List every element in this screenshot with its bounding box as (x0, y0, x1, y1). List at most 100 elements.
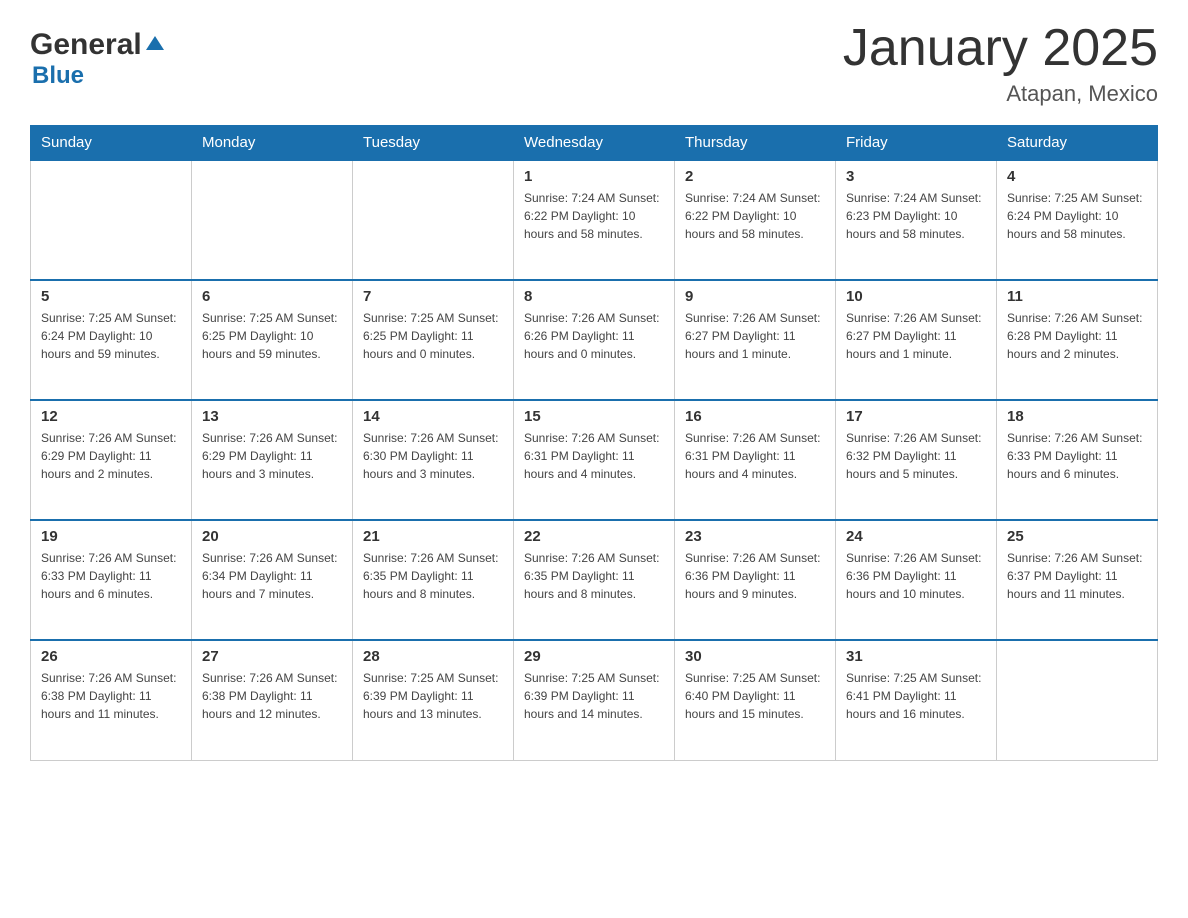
day-info: Sunrise: 7:26 AM Sunset: 6:35 PM Dayligh… (363, 549, 503, 603)
day-number: 4 (1007, 168, 1147, 185)
calendar-title: January 2025 (843, 20, 1158, 77)
day-number: 23 (685, 528, 825, 545)
logo-triangle-icon (144, 32, 166, 54)
day-info: Sunrise: 7:26 AM Sunset: 6:30 PM Dayligh… (363, 429, 503, 483)
calendar-day-cell: 23 Sunrise: 7:26 AM Sunset: 6:36 PM Dayli… (675, 520, 836, 640)
calendar-day-cell: 4Sunrise: 7:25 AM Sunset: 6:24 PM Daylig… (997, 160, 1158, 280)
day-number: 8 (524, 288, 664, 305)
day-info: Sunrise: 7:26 AM Sunset: 6:27 PM Dayligh… (685, 309, 825, 363)
calendar-day-cell (353, 160, 514, 280)
calendar-day-cell: 9 Sunrise: 7:26 AM Sunset: 6:27 PM Daylig… (675, 280, 836, 400)
calendar-day-cell: 1 Sunrise: 7:24 AM Sunset: 6:22 PM Daylig… (514, 160, 675, 280)
calendar-week-row: 26 Sunrise: 7:26 AM Sunset: 6:38 PM Dayli… (31, 640, 1158, 760)
day-number: 21 (363, 528, 503, 545)
day-number: 19 (41, 528, 181, 545)
day-number: 9 (685, 288, 825, 305)
calendar-day-cell: 22 Sunrise: 7:26 AM Sunset: 6:35 PM Dayli… (514, 520, 675, 640)
calendar-day-cell: 31 Sunrise: 7:25 AM Sunset: 6:41 PM Dayli… (836, 640, 997, 760)
title-block: January 2025 Atapan, Mexico (843, 20, 1158, 107)
calendar-week-row: 1 Sunrise: 7:24 AM Sunset: 6:22 PM Daylig… (31, 160, 1158, 280)
day-number: 26 (41, 648, 181, 665)
day-number: 27 (202, 648, 342, 665)
calendar-day-cell: 16 Sunrise: 7:26 AM Sunset: 6:31 PM Dayli… (675, 400, 836, 520)
day-info: Sunrise: 7:26 AM Sunset: 6:27 PM Dayligh… (846, 309, 986, 363)
day-number: 25 (1007, 528, 1147, 545)
calendar-day-cell: 30 Sunrise: 7:25 AM Sunset: 6:40 PM Dayli… (675, 640, 836, 760)
day-info: Sunrise: 7:25 AM Sunset: 6:41 PM Dayligh… (846, 669, 986, 723)
day-info: Sunrise: 7:26 AM Sunset: 6:29 PM Dayligh… (202, 429, 342, 483)
calendar-day-cell: 2Sunrise: 7:24 AM Sunset: 6:22 PM Daylig… (675, 160, 836, 280)
calendar-day-cell: 5 Sunrise: 7:25 AM Sunset: 6:24 PM Daylig… (31, 280, 192, 400)
calendar-day-cell: 17Sunrise: 7:26 AM Sunset: 6:32 PM Dayli… (836, 400, 997, 520)
calendar-day-cell: 19 Sunrise: 7:26 AM Sunset: 6:33 PM Dayli… (31, 520, 192, 640)
day-info: Sunrise: 7:26 AM Sunset: 6:36 PM Dayligh… (846, 549, 986, 603)
day-number: 1 (524, 168, 664, 185)
calendar-day-cell: 28 Sunrise: 7:25 AM Sunset: 6:39 PM Dayli… (353, 640, 514, 760)
calendar-day-cell: 26Sunrise: 7:26 AM Sunset: 6:38 PM Dayli… (31, 640, 192, 760)
calendar-day-cell: 8 Sunrise: 7:26 AM Sunset: 6:26 PM Daylig… (514, 280, 675, 400)
calendar-day-cell: 24 Sunrise: 7:26 AM Sunset: 6:36 PM Dayli… (836, 520, 997, 640)
day-number: 30 (685, 648, 825, 665)
calendar-day-cell: 18Sunrise: 7:26 AM Sunset: 6:33 PM Dayli… (997, 400, 1158, 520)
calendar-day-cell (997, 640, 1158, 760)
day-number: 24 (846, 528, 986, 545)
day-number: 16 (685, 408, 825, 425)
calendar-day-cell: 11 Sunrise: 7:26 AM Sunset: 6:28 PM Dayli… (997, 280, 1158, 400)
weekday-header-sunday: Sunday (31, 126, 192, 161)
calendar-day-cell: 29Sunrise: 7:25 AM Sunset: 6:39 PM Dayli… (514, 640, 675, 760)
day-info: Sunrise: 7:26 AM Sunset: 6:38 PM Dayligh… (202, 669, 342, 723)
calendar-day-cell: 15Sunrise: 7:26 AM Sunset: 6:31 PM Dayli… (514, 400, 675, 520)
day-info: Sunrise: 7:26 AM Sunset: 6:35 PM Dayligh… (524, 549, 664, 603)
page-header: General Blue January 2025 Atapan, Mexico (30, 20, 1158, 107)
calendar-day-cell: 7 Sunrise: 7:25 AM Sunset: 6:25 PM Daylig… (353, 280, 514, 400)
calendar-week-row: 5 Sunrise: 7:25 AM Sunset: 6:24 PM Daylig… (31, 280, 1158, 400)
day-info: Sunrise: 7:25 AM Sunset: 6:24 PM Dayligh… (41, 309, 181, 363)
calendar-day-cell: 20Sunrise: 7:26 AM Sunset: 6:34 PM Dayli… (192, 520, 353, 640)
day-info: Sunrise: 7:25 AM Sunset: 6:25 PM Dayligh… (363, 309, 503, 363)
day-number: 14 (363, 408, 503, 425)
logo-blue: Blue (32, 62, 84, 89)
weekday-header-monday: Monday (192, 126, 353, 161)
day-number: 5 (41, 288, 181, 305)
calendar-day-cell (192, 160, 353, 280)
calendar-day-cell: 21 Sunrise: 7:26 AM Sunset: 6:35 PM Dayli… (353, 520, 514, 640)
day-number: 29 (524, 648, 664, 665)
day-number: 22 (524, 528, 664, 545)
calendar-day-cell: 3 Sunrise: 7:24 AM Sunset: 6:23 PM Daylig… (836, 160, 997, 280)
calendar-day-cell (31, 160, 192, 280)
logo-general: General (30, 30, 142, 60)
calendar-day-cell: 25 Sunrise: 7:26 AM Sunset: 6:37 PM Dayli… (997, 520, 1158, 640)
calendar-day-cell: 12Sunrise: 7:26 AM Sunset: 6:29 PM Dayli… (31, 400, 192, 520)
day-number: 7 (363, 288, 503, 305)
weekday-header-tuesday: Tuesday (353, 126, 514, 161)
calendar-table: SundayMondayTuesdayWednesdayThursdayFrid… (30, 125, 1158, 761)
calendar-day-cell: 6 Sunrise: 7:25 AM Sunset: 6:25 PM Daylig… (192, 280, 353, 400)
calendar-day-cell: 14 Sunrise: 7:26 AM Sunset: 6:30 PM Dayli… (353, 400, 514, 520)
weekday-header-friday: Friday (836, 126, 997, 161)
day-number: 17 (846, 408, 986, 425)
day-number: 28 (363, 648, 503, 665)
day-info: Sunrise: 7:26 AM Sunset: 6:37 PM Dayligh… (1007, 549, 1147, 603)
day-info: Sunrise: 7:26 AM Sunset: 6:33 PM Dayligh… (41, 549, 181, 603)
day-info: Sunrise: 7:25 AM Sunset: 6:25 PM Dayligh… (202, 309, 342, 363)
day-number: 6 (202, 288, 342, 305)
day-info: Sunrise: 7:26 AM Sunset: 6:31 PM Dayligh… (524, 429, 664, 483)
day-info: Sunrise: 7:26 AM Sunset: 6:26 PM Dayligh… (524, 309, 664, 363)
day-info: Sunrise: 7:25 AM Sunset: 6:39 PM Dayligh… (363, 669, 503, 723)
day-number: 13 (202, 408, 342, 425)
day-number: 10 (846, 288, 986, 305)
day-number: 31 (846, 648, 986, 665)
weekday-header-wednesday: Wednesday (514, 126, 675, 161)
day-info: Sunrise: 7:26 AM Sunset: 6:28 PM Dayligh… (1007, 309, 1147, 363)
day-info: Sunrise: 7:24 AM Sunset: 6:22 PM Dayligh… (524, 189, 664, 243)
day-info: Sunrise: 7:26 AM Sunset: 6:36 PM Dayligh… (685, 549, 825, 603)
day-number: 3 (846, 168, 986, 185)
calendar-week-row: 19 Sunrise: 7:26 AM Sunset: 6:33 PM Dayli… (31, 520, 1158, 640)
calendar-day-cell: 13 Sunrise: 7:26 AM Sunset: 6:29 PM Dayli… (192, 400, 353, 520)
day-info: Sunrise: 7:24 AM Sunset: 6:23 PM Dayligh… (846, 189, 986, 243)
day-info: Sunrise: 7:26 AM Sunset: 6:31 PM Dayligh… (685, 429, 825, 483)
weekday-header-saturday: Saturday (997, 126, 1158, 161)
calendar-day-cell: 27 Sunrise: 7:26 AM Sunset: 6:38 PM Dayli… (192, 640, 353, 760)
day-number: 11 (1007, 288, 1147, 305)
day-info: Sunrise: 7:25 AM Sunset: 6:40 PM Dayligh… (685, 669, 825, 723)
